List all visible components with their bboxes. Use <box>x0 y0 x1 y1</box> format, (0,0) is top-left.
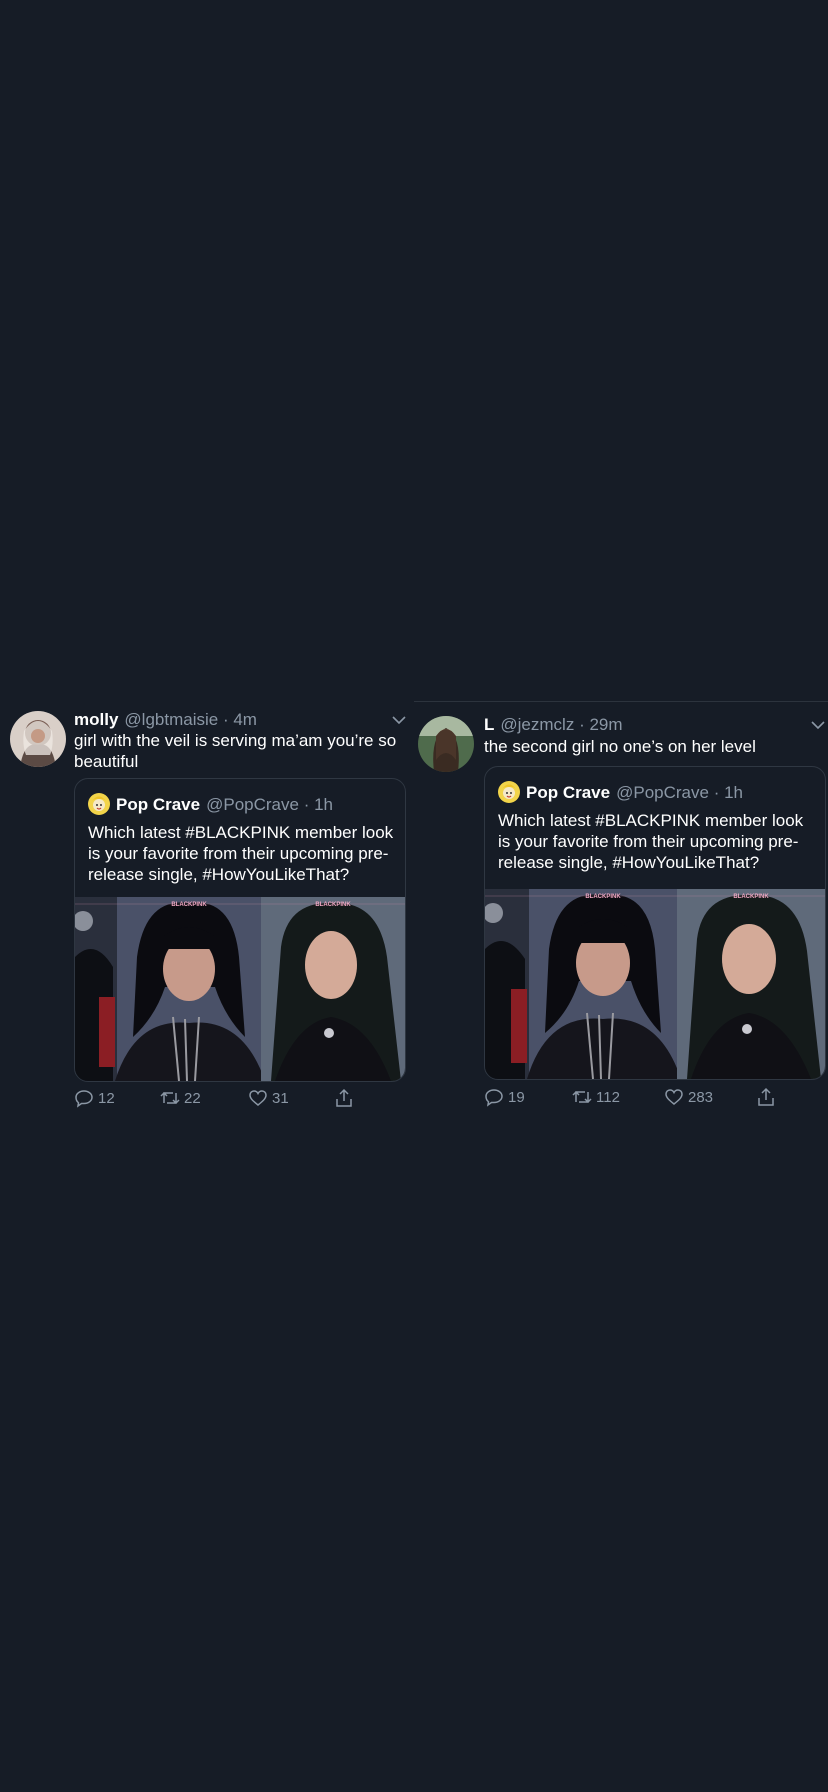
tweet-molly[interactable]: molly @lgbtmaisie · 4m girl with the veil… <box>0 702 412 1122</box>
retweet-count: 112 <box>596 1088 620 1106</box>
share-icon <box>758 1087 774 1106</box>
quoted-tweet-time: 1h <box>724 783 744 802</box>
tweet-time[interactable]: 29m <box>589 715 622 734</box>
author-name[interactable]: L <box>484 715 494 734</box>
tweet-header: molly @lgbtmaisie · 4m <box>74 710 257 729</box>
like-button[interactable]: 283 <box>664 1087 713 1107</box>
quoted-tweet-image[interactable]: BLACKPINK BLACKPINK <box>485 889 825 1079</box>
image-caption-right: BLACKPINK <box>733 894 769 900</box>
tweet-actions: 12 22 31 <box>74 1088 404 1110</box>
quoted-author-handle[interactable]: @PopCrave <box>206 795 299 814</box>
retweet-button[interactable]: 22 <box>160 1088 201 1108</box>
reply-count: 19 <box>508 1088 525 1106</box>
quoted-tweet-header: Pop Crave @PopCrave · 1h <box>498 781 743 803</box>
avatar[interactable] <box>418 716 474 772</box>
retweet-count: 22 <box>184 1089 201 1107</box>
reply-button[interactable]: 12 <box>74 1088 115 1108</box>
avatar[interactable] <box>10 711 66 767</box>
quoted-author-handle[interactable]: @PopCrave <box>616 783 709 802</box>
share-icon <box>336 1088 352 1107</box>
tweet-time[interactable]: 4m <box>233 710 257 729</box>
reply-icon <box>75 1090 93 1108</box>
quoted-author-name[interactable]: Pop Crave <box>116 795 200 814</box>
like-icon <box>249 1090 267 1106</box>
share-button[interactable] <box>334 1088 358 1108</box>
quoted-tweet-text: Which latest #BLACKPINK member look is y… <box>88 823 394 884</box>
quoted-tweet-header: Pop Crave @PopCrave · 1h <box>88 793 333 815</box>
author-name[interactable]: molly <box>74 710 118 729</box>
reply-button[interactable]: 19 <box>484 1087 525 1107</box>
tweet-text: the second girl no one’s on her level <box>484 737 756 756</box>
image-caption-left: BLACKPINK <box>171 902 207 908</box>
tweet-L[interactable]: L @jezmclz · 29m the second girl no one’s… <box>414 701 828 1122</box>
like-button[interactable]: 31 <box>248 1088 289 1108</box>
chevron-down-icon[interactable] <box>391 712 407 728</box>
quoted-tweet[interactable]: Pop Crave @PopCrave · 1h Which latest #BL… <box>74 778 406 1082</box>
reply-icon <box>485 1089 503 1107</box>
tweet-text: girl with the veil is serving ma’am you’… <box>74 731 397 771</box>
share-button[interactable] <box>756 1087 780 1107</box>
author-handle[interactable]: @lgbtmaisie <box>124 710 218 729</box>
quoted-tweet[interactable]: Pop Crave @PopCrave · 1h Which latest #BL… <box>484 766 826 1080</box>
quoted-tweet-time: 1h <box>314 795 334 814</box>
image-caption-left: BLACKPINK <box>585 894 621 900</box>
tweet-header: L @jezmclz · 29m <box>484 715 623 734</box>
reply-count: 12 <box>98 1089 115 1107</box>
like-icon <box>665 1089 683 1105</box>
retweet-button[interactable]: 112 <box>572 1087 620 1107</box>
chevron-down-icon[interactable] <box>810 717 826 733</box>
retweet-icon <box>572 1090 592 1104</box>
quoted-author-name[interactable]: Pop Crave <box>526 783 610 802</box>
author-handle[interactable]: @jezmclz <box>500 715 574 734</box>
retweet-icon <box>160 1091 180 1105</box>
quoted-tweet-image[interactable]: BLACKPINK BLACKPINK <box>75 897 405 1081</box>
image-caption-right: BLACKPINK <box>315 902 351 908</box>
popcrave-avatar <box>498 781 520 803</box>
quoted-tweet-text: Which latest #BLACKPINK member look is y… <box>498 811 804 872</box>
popcrave-avatar <box>88 793 110 815</box>
tweet-actions: 19 112 283 <box>484 1087 824 1109</box>
like-count: 31 <box>272 1089 289 1107</box>
like-count: 283 <box>688 1088 714 1106</box>
